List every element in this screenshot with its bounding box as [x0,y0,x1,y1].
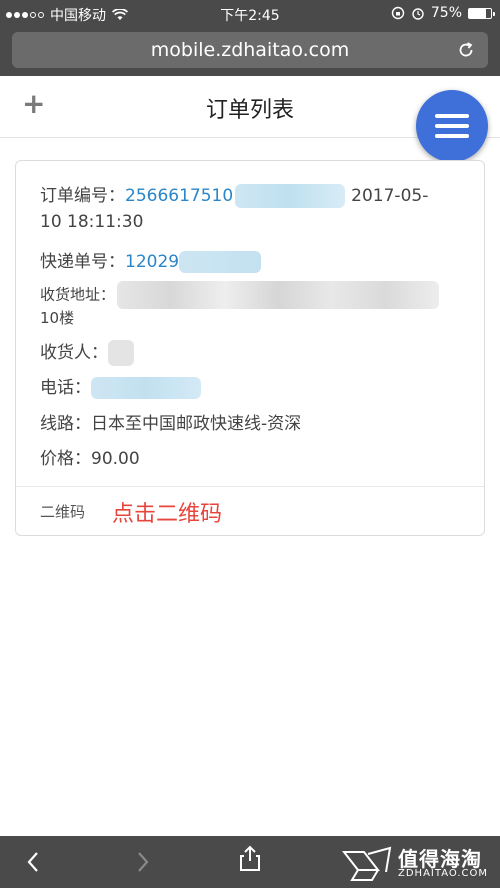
phone-label: 电话： [40,378,91,398]
route-row: 线路：日本至中国邮政快速线-资深 [40,409,301,434]
order-time-part1: 2017-05- [351,186,429,206]
price-row: 价格：90.00 [40,444,140,469]
url-text: mobile.zdhaitao.com [150,39,350,61]
redacted-block [91,377,201,399]
redacted-block [179,251,262,273]
refresh-icon[interactable] [456,40,476,60]
rotation-lock-icon [391,6,405,20]
phone-row: 电话： [40,373,201,399]
order-card: 订单编号：2566617510 2017-05- 10 18:11:30 快递单号… [15,160,485,536]
address-row: 收货地址： [40,281,440,309]
url-bar[interactable]: mobile.zdhaitao.com [12,32,488,68]
menu-icon-bar [435,124,469,128]
card-divider [16,486,484,487]
menu-icon-bar [435,134,469,138]
battery-percent: 75% [430,5,462,21]
price-label: 价格： [40,449,91,469]
back-icon[interactable] [20,848,48,876]
order-number-label: 订单编号： [40,186,125,206]
browser-bar: mobile.zdhaitao.com [0,26,500,76]
route-label: 线路： [40,414,91,434]
redacted-block [235,184,346,208]
order-number-value[interactable]: 2566617510 [125,186,233,206]
express-row: 快递单号：12029 [40,247,262,273]
address-label: 收货地址： [40,285,116,304]
battery-icon [468,7,495,19]
alarm-icon [412,8,424,20]
order-number-row: 订单编号：2566617510 2017-05- [40,181,428,208]
status-right: 75% [391,5,495,21]
price-value: 90.00 [91,449,140,469]
battery-fill [469,8,486,18]
qr-label: 二维码 [40,503,86,521]
receiver-label: 收货人： [40,343,108,363]
address-tail: 10楼 [40,309,75,327]
order-time-row: 10 18:11:30 [40,212,144,232]
express-label: 快递单号： [40,252,125,272]
qr-code-link[interactable]: 点击二维码 [112,496,222,528]
redacted-block [108,340,134,366]
redacted-block [117,281,440,309]
watermark-subtext: ZDHAITAO.COM [398,868,488,879]
share-icon[interactable] [236,844,264,872]
forward-icon[interactable] [128,848,156,876]
route-value: 日本至中国邮政快速线-资深 [91,414,302,434]
express-value[interactable]: 12029 [125,252,179,272]
menu-icon-bar [435,114,469,118]
receiver-row: 收货人： [40,338,134,366]
menu-button[interactable] [416,90,488,162]
status-bar: 中国移动 下午2:45 75% [0,0,500,26]
